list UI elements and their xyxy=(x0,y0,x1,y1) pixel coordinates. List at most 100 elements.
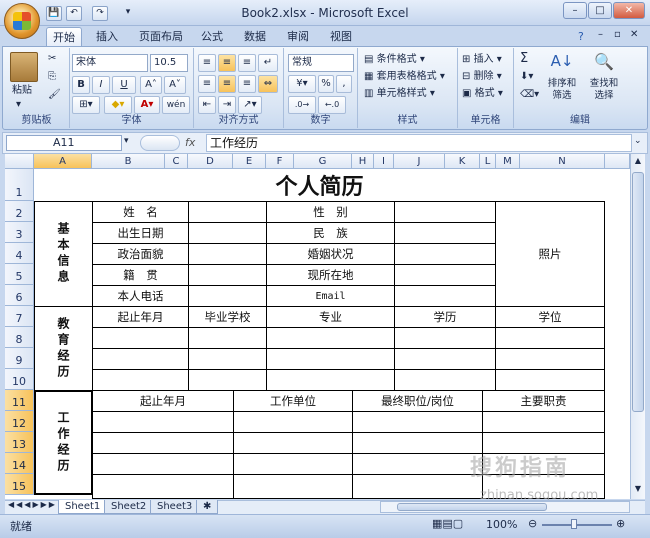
wrap-text-icon[interactable]: ↵ xyxy=(258,54,278,72)
row-header[interactable]: 6 xyxy=(5,285,34,306)
label-phone[interactable]: 本人电话 xyxy=(92,285,189,307)
value-cell[interactable] xyxy=(188,243,267,265)
row-header[interactable]: 14 xyxy=(5,453,34,474)
table-cell[interactable] xyxy=(394,369,496,391)
currency-icon[interactable]: ¥▾ xyxy=(288,75,316,93)
zoom-out-icon[interactable]: ⊖ xyxy=(528,517,537,530)
align-middle-icon[interactable]: ≡ xyxy=(218,54,236,72)
table-cell[interactable] xyxy=(233,432,353,454)
zoom-slider-thumb[interactable] xyxy=(571,519,577,529)
work-header-position[interactable]: 最终职位/岗位 xyxy=(352,390,483,412)
photo-cell[interactable]: 照片 xyxy=(495,201,605,307)
label-name[interactable]: 姓 名 xyxy=(92,201,189,223)
row-header[interactable]: 12 xyxy=(5,411,34,432)
grow-font-button[interactable]: A˄ xyxy=(140,76,162,94)
education-section[interactable]: 教育经历 xyxy=(34,306,93,391)
work-section[interactable]: 工作经历 xyxy=(34,390,93,495)
name-box-dropdown-icon[interactable]: ▾ xyxy=(124,136,129,146)
horizontal-scrollbar[interactable] xyxy=(380,501,630,513)
work-header-duties[interactable]: 主要职责 xyxy=(482,390,605,412)
select-all-corner[interactable] xyxy=(5,154,34,169)
row-header[interactable]: 5 xyxy=(5,264,34,285)
vertical-scrollbar[interactable]: ▲ ▼ xyxy=(630,154,645,499)
tab-view[interactable]: 视图 xyxy=(324,27,358,46)
value-cell[interactable] xyxy=(394,243,496,265)
ribbon-close-icon[interactable]: ✕ xyxy=(630,29,638,40)
sort-filter-button[interactable]: 排序和 筛选 xyxy=(542,78,582,102)
table-cell[interactable] xyxy=(394,348,496,370)
column-header[interactable]: B xyxy=(92,154,165,169)
table-cell[interactable] xyxy=(188,369,267,391)
column-header[interactable]: J xyxy=(394,154,445,169)
table-cell[interactable] xyxy=(352,411,483,433)
align-top-icon[interactable]: ≡ xyxy=(198,54,216,72)
tab-page-layout[interactable]: 页面布局 xyxy=(133,27,189,46)
row-header[interactable]: 13 xyxy=(5,432,34,453)
sheet-nav-icon[interactable]: ◀◀◀▶▶▶ xyxy=(8,500,57,509)
spreadsheet-grid[interactable]: A B C D E F G H I J K L M N 1 2 3 4 5 6 … xyxy=(5,154,630,499)
edu-header-degree[interactable]: 学位 xyxy=(495,306,605,328)
table-cell[interactable] xyxy=(92,348,189,370)
align-right-icon[interactable]: ≡ xyxy=(238,75,256,93)
font-name-select[interactable]: 宋体 xyxy=(72,54,148,72)
column-header[interactable]: M xyxy=(496,154,520,169)
column-header[interactable]: G xyxy=(294,154,352,169)
row-header[interactable]: 10 xyxy=(5,369,34,390)
close-button[interactable]: ✕ xyxy=(613,2,645,19)
insert-function-icon[interactable]: fx xyxy=(185,135,203,151)
column-header[interactable]: D xyxy=(188,154,233,169)
column-header[interactable]: K xyxy=(445,154,480,169)
column-header[interactable] xyxy=(605,154,630,169)
value-cell[interactable] xyxy=(188,201,267,223)
row-header[interactable]: 11 xyxy=(5,390,34,411)
column-header[interactable]: L xyxy=(480,154,496,169)
label-birthdate[interactable]: 出生日期 xyxy=(92,222,189,244)
edu-header-major[interactable]: 专业 xyxy=(266,306,395,328)
table-cell[interactable] xyxy=(92,474,234,499)
sheet-tab[interactable]: Sheet3 xyxy=(150,500,200,514)
row-header[interactable]: 1 xyxy=(5,169,34,201)
scroll-up-icon[interactable]: ▲ xyxy=(632,156,644,168)
value-cell[interactable] xyxy=(188,264,267,286)
paste-icon[interactable] xyxy=(10,52,38,82)
edu-header-period[interactable]: 起止年月 xyxy=(92,306,189,328)
table-cell[interactable] xyxy=(495,327,605,349)
column-header[interactable]: H xyxy=(352,154,374,169)
help-icon[interactable]: ? xyxy=(578,30,584,43)
work-header-period[interactable]: 起止年月 xyxy=(92,390,234,412)
edu-header-school[interactable]: 毕业学校 xyxy=(188,306,267,328)
table-cell[interactable] xyxy=(92,411,234,433)
copy-icon[interactable]: ⎘ xyxy=(48,70,56,84)
zoom-slider[interactable] xyxy=(542,524,612,526)
table-cell[interactable] xyxy=(352,474,483,499)
work-header-employer[interactable]: 工作单位 xyxy=(233,390,353,412)
format-as-table-button[interactable]: ▦ 套用表格格式 ▾ xyxy=(364,70,445,84)
column-header[interactable]: F xyxy=(266,154,294,169)
font-size-select[interactable]: 10.5 xyxy=(150,54,188,72)
office-button[interactable] xyxy=(4,3,40,39)
align-center-icon[interactable]: ≡ xyxy=(218,75,236,93)
value-cell[interactable] xyxy=(188,285,267,307)
fill-icon[interactable]: ⬇▾ xyxy=(520,70,533,84)
table-cell[interactable] xyxy=(92,453,234,475)
cell-styles-button[interactable]: ▥ 单元格样式 ▾ xyxy=(364,87,435,101)
column-header[interactable]: A xyxy=(34,154,92,169)
table-cell[interactable] xyxy=(352,453,483,475)
table-cell[interactable] xyxy=(233,453,353,475)
formula-input[interactable]: 工作经历 xyxy=(206,134,632,152)
row-header[interactable]: 8 xyxy=(5,327,34,348)
tab-review[interactable]: 审阅 xyxy=(281,27,315,46)
column-header[interactable]: I xyxy=(374,154,394,169)
clear-icon[interactable]: ⌫▾ xyxy=(520,88,539,102)
ribbon-minimize-icon[interactable]: – xyxy=(598,29,603,40)
value-cell[interactable] xyxy=(394,285,496,307)
label-gender[interactable]: 性 别 xyxy=(266,201,395,223)
formula-expand-chevron-icon[interactable]: ⌄ xyxy=(634,136,642,146)
table-cell[interactable] xyxy=(495,348,605,370)
delete-cells-button[interactable]: ⊟ 删除 ▾ xyxy=(462,70,502,84)
tab-data[interactable]: 数据 xyxy=(238,27,272,46)
value-cell[interactable] xyxy=(394,201,496,223)
view-buttons-icon[interactable]: ▦▤▢ xyxy=(432,517,463,530)
paste-dropdown-icon[interactable]: ▾ xyxy=(16,98,21,112)
autosum-icon[interactable]: Σ xyxy=(520,52,528,66)
